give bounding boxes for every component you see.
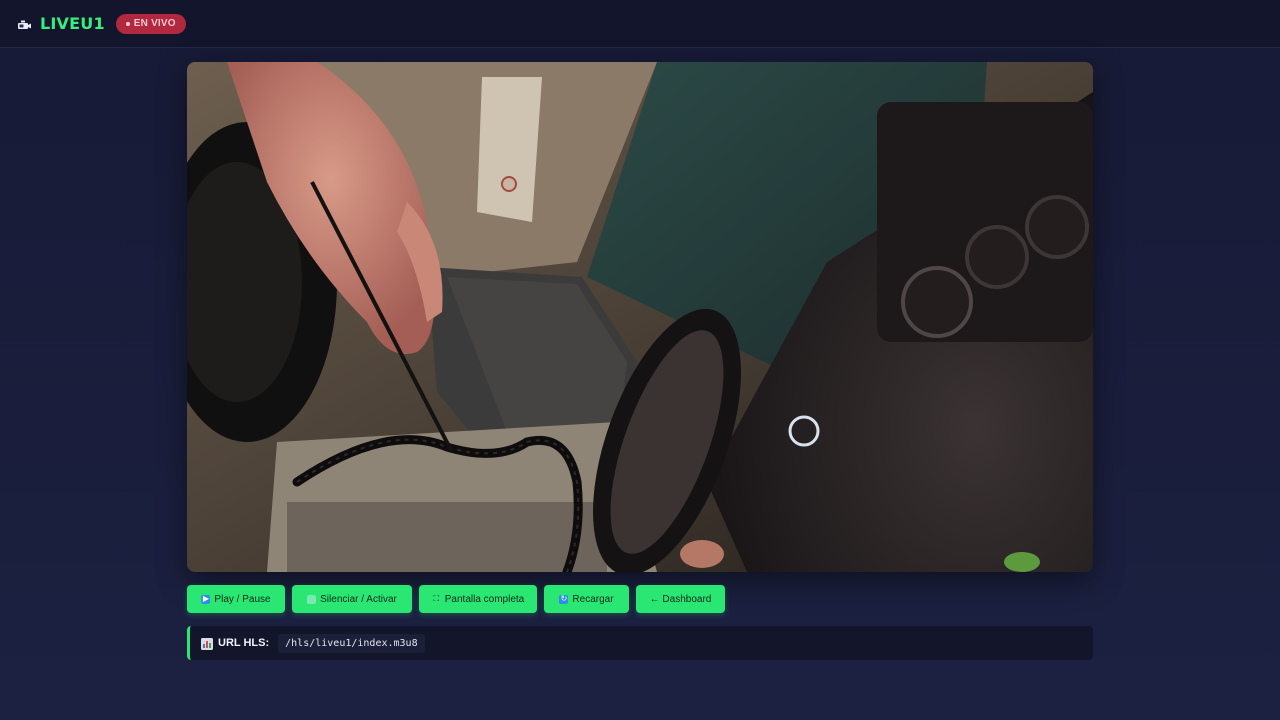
dashboard-button[interactable]: ← Dashboard bbox=[636, 585, 725, 613]
brand[interactable]: LIVEU1 bbox=[17, 14, 105, 33]
live-dot-icon bbox=[125, 21, 130, 26]
live-badge: EN VIVO bbox=[115, 13, 186, 34]
video-frame-image bbox=[187, 62, 1093, 572]
fullscreen-label: Pantalla completa bbox=[444, 593, 525, 605]
live-badge-label: EN VIVO bbox=[133, 18, 176, 29]
speaker-icon bbox=[307, 594, 317, 604]
hls-url-bar: URL HLS: /hls/liveu1/index.m3u8 bbox=[187, 626, 1093, 660]
top-bar: LIVEU1 EN VIVO bbox=[0, 0, 1280, 48]
player-controls: ▶ Play / Pause Silenciar / Activar ⛶ Pan… bbox=[187, 585, 725, 613]
play-pause-button[interactable]: ▶ Play / Pause bbox=[187, 585, 285, 613]
play-icon: ▶ bbox=[201, 594, 211, 604]
mute-toggle-button[interactable]: Silenciar / Activar bbox=[292, 585, 412, 613]
fullscreen-icon: ⛶ bbox=[433, 594, 440, 603]
security-camera-icon bbox=[17, 19, 32, 31]
reload-icon: ↻ bbox=[559, 594, 569, 604]
bar-chart-icon bbox=[201, 637, 213, 650]
mute-toggle-label: Silenciar / Activar bbox=[320, 593, 397, 605]
hls-url-value[interactable]: /hls/liveu1/index.m3u8 bbox=[278, 633, 425, 653]
fullscreen-button[interactable]: ⛶ Pantalla completa bbox=[419, 585, 537, 613]
dashboard-label: ← Dashboard bbox=[649, 593, 712, 605]
brand-name: LIVEU1 bbox=[40, 14, 105, 33]
video-player[interactable] bbox=[187, 62, 1093, 572]
reload-label: Recargar bbox=[572, 593, 614, 605]
play-pause-label: Play / Pause bbox=[214, 593, 271, 605]
reload-button[interactable]: ↻ Recargar bbox=[544, 585, 629, 613]
url-label: URL HLS: bbox=[218, 637, 270, 649]
